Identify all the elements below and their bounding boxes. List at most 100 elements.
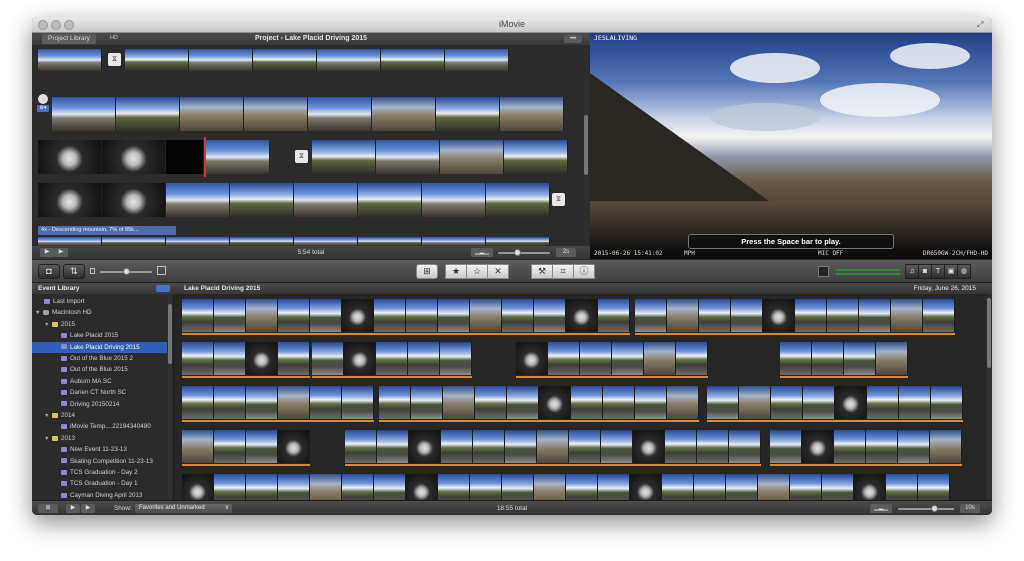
project-clip[interactable] — [294, 183, 358, 217]
project-clip[interactable] — [317, 49, 381, 71]
clip-frame[interactable] — [867, 386, 899, 419]
project-clip[interactable] — [440, 140, 504, 174]
project-clip[interactable] — [189, 49, 253, 71]
clip-frame[interactable] — [246, 474, 278, 500]
clip-frame[interactable] — [342, 474, 374, 500]
event-library-item[interactable]: ▼ 2014 — [32, 410, 168, 421]
disclosure-triangle-icon[interactable]: ▼ — [44, 411, 50, 421]
project-clip[interactable] — [294, 237, 358, 246]
project-clip-row[interactable] — [312, 140, 568, 174]
clip-frame[interactable] — [443, 386, 475, 419]
clip-frame[interactable] — [707, 386, 739, 419]
fullscreen-icon[interactable]: ⤢ — [977, 20, 986, 29]
disclosure-triangle-icon[interactable]: ▼ — [35, 308, 41, 318]
clip-frame[interactable] — [406, 299, 438, 332]
clip-frame[interactable] — [802, 430, 834, 463]
clip-frame[interactable] — [859, 299, 891, 332]
disclosure-triangle-icon[interactable]: ▼ — [44, 434, 50, 444]
clip-frame[interactable] — [630, 474, 662, 500]
clip-frame[interactable] — [548, 342, 580, 375]
info-icon[interactable]: ⓘ — [573, 264, 595, 279]
clip-frame[interactable] — [182, 386, 214, 419]
clip-frame[interactable] — [182, 342, 214, 375]
clip-frame[interactable] — [739, 386, 771, 419]
clip-frame[interactable] — [473, 430, 505, 463]
clip-frame[interactable] — [569, 430, 601, 463]
tools-icon[interactable]: ⚒ — [531, 264, 553, 279]
clip-frame[interactable] — [731, 299, 763, 332]
project-clip[interactable] — [358, 237, 422, 246]
event-clip[interactable] — [182, 430, 310, 467]
clip-frame[interactable] — [374, 474, 406, 500]
clip-frame[interactable] — [440, 342, 472, 375]
clip-frame[interactable] — [771, 386, 803, 419]
clip-frame[interactable] — [278, 474, 310, 500]
clip-frame[interactable] — [822, 474, 854, 500]
camera-icon[interactable]: ◘ — [38, 264, 60, 279]
event-library-item[interactable]: New Event 11-23-13 — [32, 444, 168, 455]
project-clip-row[interactable] — [52, 97, 564, 131]
clip-frame[interactable] — [441, 430, 473, 463]
audio-waveform-button[interactable]: ▁▂▁ — [471, 248, 493, 257]
clip-frame[interactable] — [534, 474, 566, 500]
globe-icon[interactable]: ◍ — [957, 264, 971, 279]
clip-frame[interactable] — [408, 342, 440, 375]
project-clip[interactable] — [230, 237, 294, 246]
project-clip[interactable] — [38, 49, 102, 71]
clip-frame[interactable] — [835, 386, 867, 419]
project-clip[interactable] — [230, 183, 294, 217]
clip-frame[interactable] — [502, 299, 534, 332]
event-waveform-button[interactable]: ▁▂▁ — [870, 504, 892, 513]
project-clip-row[interactable] — [38, 183, 550, 217]
thumbnail-size-knob[interactable] — [123, 268, 130, 275]
event-library-item[interactable]: ▼ 2013 — [32, 433, 168, 444]
project-zoom-knob[interactable] — [514, 249, 521, 256]
project-clip-row[interactable] — [38, 140, 204, 174]
favorite-star-icon[interactable]: ★ — [445, 264, 467, 279]
event-clip[interactable] — [707, 386, 963, 423]
project-clip[interactable] — [166, 237, 230, 246]
clip-speed-label[interactable]: 4x - Descending mountain, 7% of 85k... — [38, 226, 176, 235]
clip-frame[interactable] — [246, 386, 278, 419]
clip-frame[interactable] — [812, 342, 844, 375]
clip-frame[interactable] — [635, 299, 667, 332]
clip-frame[interactable] — [438, 474, 470, 500]
clip-frame[interactable] — [246, 430, 278, 463]
clip-frame[interactable] — [534, 299, 566, 332]
project-clip[interactable] — [308, 97, 372, 131]
clip-frame[interactable] — [770, 430, 802, 463]
project-clip[interactable] — [504, 140, 568, 174]
event-library-item[interactable]: Skating Competition 11-23-13 — [32, 456, 168, 467]
clip-frame[interactable] — [931, 386, 963, 419]
clip-frame[interactable] — [344, 342, 376, 375]
event-library-scrollbar[interactable] — [167, 294, 173, 500]
clip-frame[interactable] — [214, 386, 246, 419]
project-clip[interactable] — [102, 237, 166, 246]
clip-frame[interactable] — [310, 299, 342, 332]
clip-frame[interactable] — [374, 299, 406, 332]
event-clip[interactable] — [780, 342, 908, 379]
clip-frame[interactable] — [278, 386, 310, 419]
project-clip[interactable] — [166, 183, 230, 217]
project-clip[interactable] — [102, 140, 166, 174]
title-icon[interactable]: T — [931, 264, 945, 279]
project-clip[interactable] — [38, 237, 102, 246]
clip-frame[interactable] — [502, 474, 534, 500]
project-clip[interactable] — [422, 237, 486, 246]
clip-frame[interactable] — [377, 430, 409, 463]
project-clip[interactable] — [381, 49, 445, 71]
event-zoom-knob[interactable] — [931, 505, 938, 512]
event-library-item[interactable]: Darien CT North SC — [32, 387, 168, 398]
project-clip[interactable] — [206, 140, 270, 174]
clip-frame[interactable] — [310, 474, 342, 500]
project-clip-row[interactable] — [125, 49, 509, 71]
project-clip[interactable] — [486, 183, 550, 217]
event-browser-scrollbar[interactable] — [986, 294, 992, 500]
clip-frame[interactable] — [598, 474, 630, 500]
project-clip[interactable] — [166, 140, 204, 174]
clip-frame[interactable] — [571, 386, 603, 419]
clip-frame[interactable] — [246, 342, 278, 375]
event-library-item[interactable]: ▼ 2015 — [32, 319, 168, 330]
disclosure-triangle-icon[interactable]: ▼ — [44, 320, 50, 330]
maps-icon[interactable]: ▣ — [944, 264, 958, 279]
